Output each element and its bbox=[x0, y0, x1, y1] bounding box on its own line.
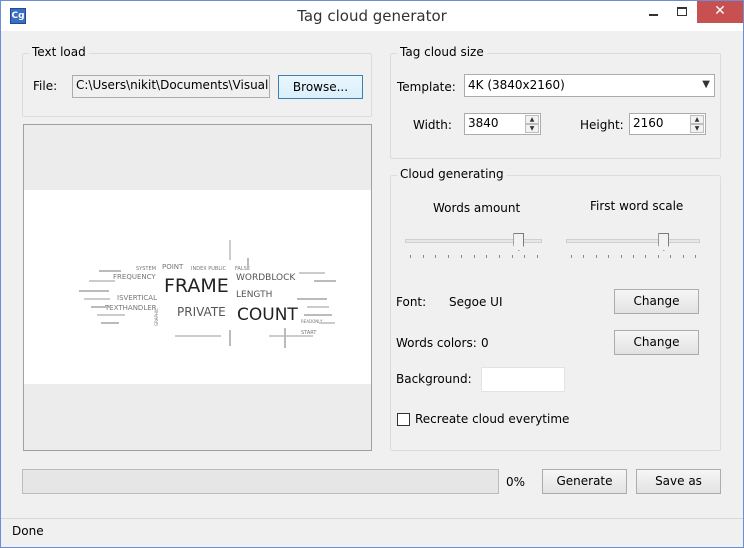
cloud-generating-legend: Cloud generating bbox=[397, 167, 507, 181]
slider-tick bbox=[422, 255, 424, 258]
words-colors-value: 0 bbox=[481, 336, 489, 350]
slider-tick bbox=[486, 255, 488, 258]
cloud-preview-panel: FRAME COUNT PRIVATE WORDBLOCK LENGTH FRE… bbox=[23, 124, 372, 451]
cloud-word-frame: FRAME bbox=[164, 275, 229, 297]
slider-tick bbox=[498, 255, 500, 258]
progress-text: 0% bbox=[506, 475, 526, 489]
title-bar[interactable]: Cg Tag cloud generator ✕ bbox=[1, 1, 743, 31]
tag-cloud-size-legend: Tag cloud size bbox=[397, 45, 487, 59]
text-load-legend: Text load bbox=[29, 45, 89, 59]
slider-tick bbox=[608, 255, 610, 258]
slider-tick bbox=[583, 255, 585, 258]
cloud-word-length: LENGTH bbox=[236, 290, 273, 300]
cloud-word-wordblock: WORDBLOCK bbox=[236, 273, 296, 283]
minimize-button[interactable] bbox=[641, 1, 667, 23]
recreate-label[interactable]: Recreate cloud everytime bbox=[415, 412, 569, 426]
file-label: File: bbox=[33, 79, 58, 93]
font-label: Font: bbox=[396, 295, 427, 309]
slider-tick bbox=[595, 255, 597, 258]
template-select[interactable]: 4K (3840x2160) ▼ bbox=[464, 74, 715, 97]
slider-tick bbox=[657, 255, 659, 258]
save-as-button[interactable]: Save as bbox=[636, 469, 721, 494]
cloud-word-texthandler: TEXTHANDLER bbox=[105, 304, 157, 312]
status-bar: Done bbox=[1, 518, 743, 547]
slider-tick bbox=[473, 255, 475, 258]
slider-tick bbox=[410, 255, 411, 258]
file-path-field[interactable]: C:\Users\nikit\Documents\Visual Stu bbox=[72, 75, 270, 98]
slider-tick bbox=[670, 255, 672, 258]
first-word-scale-label: First word scale bbox=[590, 199, 684, 213]
slider-tick bbox=[537, 255, 538, 258]
font-value: Segoe UI bbox=[449, 295, 503, 309]
cloud-preview-image: FRAME COUNT PRIVATE WORDBLOCK LENGTH FRE… bbox=[24, 190, 371, 384]
maximize-icon bbox=[677, 7, 687, 16]
minimize-icon bbox=[649, 14, 658, 16]
cloud-word-system: SYSTEM bbox=[136, 266, 156, 272]
colors-change-button[interactable]: Change bbox=[614, 330, 699, 355]
slider-tick bbox=[511, 255, 513, 258]
tag-cloud-size-group: Tag cloud size bbox=[390, 45, 721, 159]
status-text: Done bbox=[12, 524, 44, 538]
chevron-down-icon[interactable]: ▼ bbox=[702, 79, 710, 90]
first-word-scale-slider[interactable] bbox=[566, 239, 700, 243]
generate-button[interactable]: Generate bbox=[542, 469, 627, 494]
width-up-arrow-icon[interactable]: ▲ bbox=[525, 115, 539, 124]
background-color-swatch[interactable] bbox=[481, 367, 565, 392]
slider-tick bbox=[682, 255, 684, 258]
slider-tick bbox=[460, 255, 462, 258]
height-up-arrow-icon[interactable]: ▲ bbox=[690, 115, 704, 124]
window-title: Tag cloud generator bbox=[297, 7, 447, 25]
slider-tick bbox=[571, 255, 572, 258]
background-label: Background: bbox=[396, 372, 472, 386]
cloud-word-isvertical: ISVERTICAL bbox=[117, 294, 157, 302]
width-value[interactable]: 3840 bbox=[468, 116, 499, 130]
cloud-word-graphic: GRAPHIC bbox=[154, 308, 159, 326]
height-label: Height: bbox=[580, 118, 624, 132]
slider-tick bbox=[435, 255, 437, 258]
cloud-word-private: PRIVATE bbox=[177, 305, 226, 319]
width-label: Width: bbox=[413, 118, 452, 132]
slider-tick bbox=[448, 255, 450, 258]
template-selected-value: 4K (3840x2160) bbox=[468, 78, 565, 92]
width-down-arrow-icon[interactable]: ▼ bbox=[525, 124, 539, 133]
recreate-checkbox[interactable] bbox=[397, 413, 410, 426]
maximize-button[interactable] bbox=[669, 1, 695, 23]
width-stepper[interactable]: 3840 ▲ ▼ bbox=[464, 113, 541, 135]
font-change-button[interactable]: Change bbox=[614, 289, 699, 314]
progress-bar bbox=[22, 469, 499, 494]
slider-tick bbox=[695, 255, 696, 258]
slider-tick bbox=[524, 255, 526, 258]
close-button[interactable]: ✕ bbox=[697, 1, 743, 23]
height-down-arrow-icon[interactable]: ▼ bbox=[690, 124, 704, 133]
words-amount-label: Words amount bbox=[433, 201, 521, 215]
height-stepper[interactable]: 2160 ▲ ▼ bbox=[629, 113, 706, 135]
width-stepper-arrows[interactable]: ▲ ▼ bbox=[525, 115, 539, 133]
cloud-word-index-public: INDEX PUBLIC bbox=[191, 266, 227, 272]
height-stepper-arrows[interactable]: ▲ ▼ bbox=[690, 115, 704, 133]
template-label: Template: bbox=[397, 80, 456, 94]
height-value[interactable]: 2160 bbox=[633, 116, 664, 130]
words-colors-label: Words colors: bbox=[396, 336, 477, 350]
cloud-word-frequency: FREQUENCY bbox=[113, 273, 156, 281]
slider-tick bbox=[645, 255, 647, 258]
slider-tick bbox=[633, 255, 634, 258]
app-window: Cg Tag cloud generator ✕ Text load File:… bbox=[0, 0, 744, 548]
cloud-word-point: POINT bbox=[162, 263, 184, 271]
browse-button[interactable]: Browse... bbox=[278, 75, 363, 99]
close-icon: ✕ bbox=[714, 3, 726, 19]
cloud-word-count: COUNT bbox=[237, 305, 298, 325]
slider-tick bbox=[620, 255, 622, 258]
